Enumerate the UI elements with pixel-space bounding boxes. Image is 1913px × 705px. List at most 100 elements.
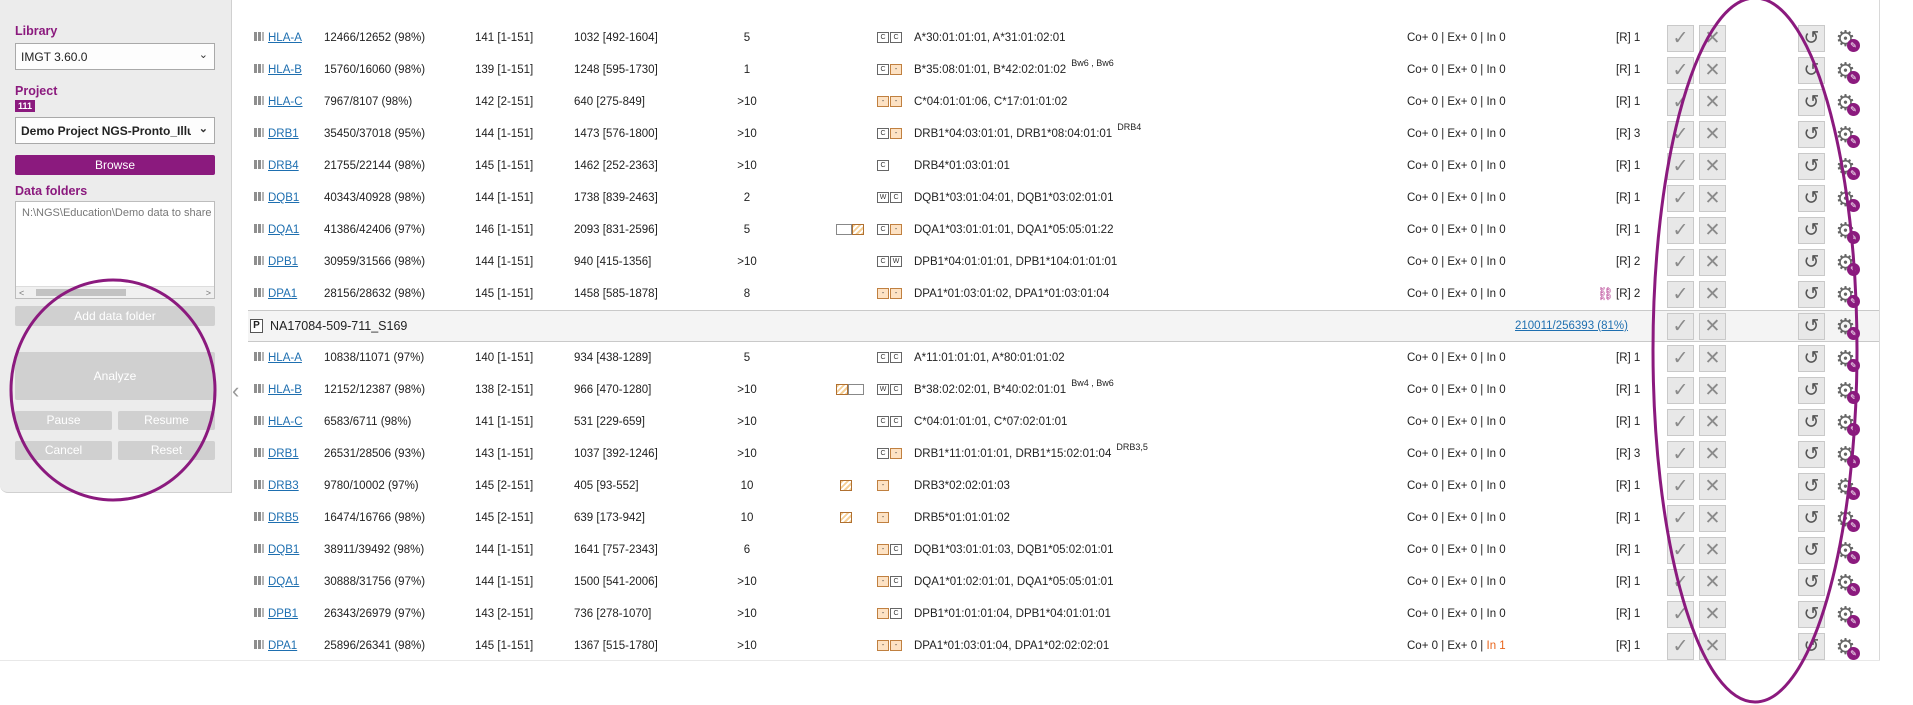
horizontal-scrollbar[interactable]: < > <box>16 286 214 298</box>
locus-row[interactable]: DPA1 25896/26341 (98%) 145 [1-151] 1367 [51… <box>248 630 1879 662</box>
sample-header-row[interactable]: P NA17084-509-711_S169 210011/256393 (81%)… <box>248 310 1879 342</box>
reset-row-button[interactable]: ↺ <box>1798 569 1825 596</box>
approve-button[interactable]: ✓ <box>1667 121 1694 148</box>
reset-row-button[interactable]: ↺ <box>1798 473 1825 500</box>
reset-row-button[interactable]: ↺ <box>1798 409 1825 436</box>
reject-button[interactable]: ✕ <box>1699 505 1726 532</box>
approve-button[interactable]: ✓ <box>1667 57 1694 84</box>
sample-reads-link[interactable]: 210011/256393 (81%) <box>1515 311 1628 341</box>
settings-button[interactable]: ⚙ ✎ <box>1832 121 1860 148</box>
add-data-folder-button[interactable]: Add data folder <box>15 306 215 326</box>
settings-button[interactable]: ⚙ ✎ <box>1832 281 1860 308</box>
pause-button[interactable]: Pause <box>15 411 112 430</box>
reject-button[interactable]: ✕ <box>1699 89 1726 116</box>
locus-row[interactable]: DPB1 26343/26979 (97%) 143 [2-151] 736 [278… <box>248 598 1879 630</box>
settings-button[interactable]: ⚙ ✎ <box>1832 441 1860 468</box>
cancel-button[interactable]: Cancel <box>15 441 112 460</box>
settings-button[interactable]: ⚙ ✎ <box>1832 505 1860 532</box>
reject-button[interactable]: ✕ <box>1699 217 1726 244</box>
settings-button[interactable]: ⚙ ✎ <box>1832 57 1860 84</box>
scroll-right-icon[interactable]: > <box>206 287 211 298</box>
settings-button[interactable]: ⚙ ✎ <box>1832 601 1860 628</box>
approve-button[interactable]: ✓ <box>1667 25 1694 52</box>
settings-button[interactable]: ⚙ ✎ <box>1832 313 1860 340</box>
reject-button[interactable]: ✕ <box>1699 25 1726 52</box>
locus-link[interactable]: DRB1 <box>268 448 299 460</box>
settings-button[interactable]: ⚙ ✎ <box>1832 25 1860 52</box>
locus-link[interactable]: DQA1 <box>268 224 299 236</box>
reject-button[interactable]: ✕ <box>1699 153 1726 180</box>
reset-row-button[interactable]: ↺ <box>1798 217 1825 244</box>
reject-button[interactable]: ✕ <box>1699 121 1726 148</box>
reject-button[interactable]: ✕ <box>1699 569 1726 596</box>
locus-link[interactable]: DQA1 <box>268 576 299 588</box>
approve-button[interactable]: ✓ <box>1667 281 1694 308</box>
locus-link[interactable]: HLA-A <box>268 32 302 44</box>
locus-row[interactable]: DPA1 28156/28632 (98%) 145 [1-151] 1458 [58… <box>248 278 1879 310</box>
settings-button[interactable]: ⚙ ✎ <box>1832 569 1860 596</box>
locus-row[interactable]: HLA-C 6583/6711 (98%) 141 [1-151] 531 [229-… <box>248 406 1879 438</box>
data-folder-path[interactable]: N:\NGS\Education\Demo data to share <box>22 207 212 219</box>
approve-button[interactable]: ✓ <box>1667 217 1694 244</box>
resume-button[interactable]: Resume <box>118 411 215 430</box>
locus-row[interactable]: DQA1 41386/42406 (97%) 146 [1-151] 2093 [83… <box>248 214 1879 246</box>
locus-link[interactable]: DPA1 <box>268 288 297 300</box>
reject-button[interactable]: ✕ <box>1699 633 1726 660</box>
locus-row[interactable]: HLA-B 15760/16060 (98%) 139 [1-151] 1248 [5… <box>248 54 1879 86</box>
locus-link[interactable]: HLA-A <box>268 352 302 364</box>
locus-link[interactable]: DRB3 <box>268 480 299 492</box>
scrollbar-track[interactable] <box>1879 0 1880 660</box>
locus-row[interactable]: DQB1 40343/40928 (98%) 144 [1-151] 1738 [83… <box>248 182 1879 214</box>
locus-row[interactable]: DRB4 21755/22144 (98%) 145 [1-151] 1462 [25… <box>248 150 1879 182</box>
locus-link[interactable]: DRB5 <box>268 512 299 524</box>
settings-button[interactable]: ⚙ ✎ <box>1832 409 1860 436</box>
reject-button[interactable]: ✕ <box>1699 473 1726 500</box>
data-folders-list[interactable]: N:\NGS\Education\Demo data to share < > <box>15 201 215 299</box>
locus-row[interactable]: DPB1 30959/31566 (98%) 144 [1-151] 940 [415… <box>248 246 1879 278</box>
approve-button[interactable]: ✓ <box>1667 473 1694 500</box>
reset-row-button[interactable]: ↺ <box>1798 505 1825 532</box>
scrollbar-thumb[interactable] <box>36 289 126 296</box>
settings-button[interactable]: ⚙ ✎ <box>1832 249 1860 276</box>
settings-button[interactable]: ⚙ ✎ <box>1832 537 1860 564</box>
approve-button[interactable]: ✓ <box>1667 89 1694 116</box>
analyze-button[interactable]: Analyze <box>15 352 215 400</box>
locus-link[interactable]: DRB1 <box>268 128 299 140</box>
reject-button[interactable]: ✕ <box>1699 185 1726 212</box>
locus-link[interactable]: DQB1 <box>268 544 299 556</box>
reset-row-button[interactable]: ↺ <box>1798 601 1825 628</box>
reset-row-button[interactable]: ↺ <box>1798 537 1825 564</box>
reset-row-button[interactable]: ↺ <box>1798 57 1825 84</box>
settings-button[interactable]: ⚙ ✎ <box>1832 185 1860 212</box>
settings-button[interactable]: ⚙ ✎ <box>1832 345 1860 372</box>
reset-row-button[interactable]: ↺ <box>1798 185 1825 212</box>
reject-button[interactable]: ✕ <box>1699 345 1726 372</box>
reset-row-button[interactable]: ↺ <box>1798 153 1825 180</box>
approve-button[interactable]: ✓ <box>1667 345 1694 372</box>
locus-link[interactable]: DQB1 <box>268 192 299 204</box>
settings-button[interactable]: ⚙ ✎ <box>1832 89 1860 116</box>
locus-row[interactable]: HLA-C 7967/8107 (98%) 142 [2-151] 640 [275-… <box>248 86 1879 118</box>
reset-row-button[interactable]: ↺ <box>1798 377 1825 404</box>
approve-button[interactable]: ✓ <box>1667 441 1694 468</box>
locus-row[interactable]: DQB1 38911/39492 (98%) 144 [1-151] 1641 [75… <box>248 534 1879 566</box>
reset-row-button[interactable]: ↺ <box>1798 441 1825 468</box>
chevron-left-icon[interactable]: ‹ <box>232 380 239 402</box>
browse-button[interactable]: Browse <box>15 155 215 175</box>
settings-button[interactable]: ⚙ ✎ <box>1832 473 1860 500</box>
settings-button[interactable]: ⚙ ✎ <box>1832 633 1860 660</box>
locus-row[interactable]: DRB1 35450/37018 (95%) 144 [1-151] 1473 [57… <box>248 118 1879 150</box>
reset-row-button[interactable]: ↺ <box>1798 25 1825 52</box>
locus-row[interactable]: HLA-B 12152/12387 (98%) 138 [2-151] 966 [47… <box>248 374 1879 406</box>
locus-link[interactable]: DRB4 <box>268 160 299 172</box>
approve-button[interactable]: ✓ <box>1667 377 1694 404</box>
locus-row[interactable]: DRB5 16474/16766 (98%) 145 [2-151] 639 [173… <box>248 502 1879 534</box>
scroll-left-icon[interactable]: < <box>19 287 24 298</box>
reject-button[interactable]: ✕ <box>1699 537 1726 564</box>
locus-row[interactable]: DRB3 9780/10002 (97%) 145 [2-151] 405 [93-5… <box>248 470 1879 502</box>
reset-row-button[interactable]: ↺ <box>1798 89 1825 116</box>
locus-link[interactable]: HLA-B <box>268 64 302 76</box>
reset-row-button[interactable]: ↺ <box>1798 633 1825 660</box>
locus-link[interactable]: HLA-C <box>268 416 303 428</box>
approve-button[interactable]: ✓ <box>1667 633 1694 660</box>
